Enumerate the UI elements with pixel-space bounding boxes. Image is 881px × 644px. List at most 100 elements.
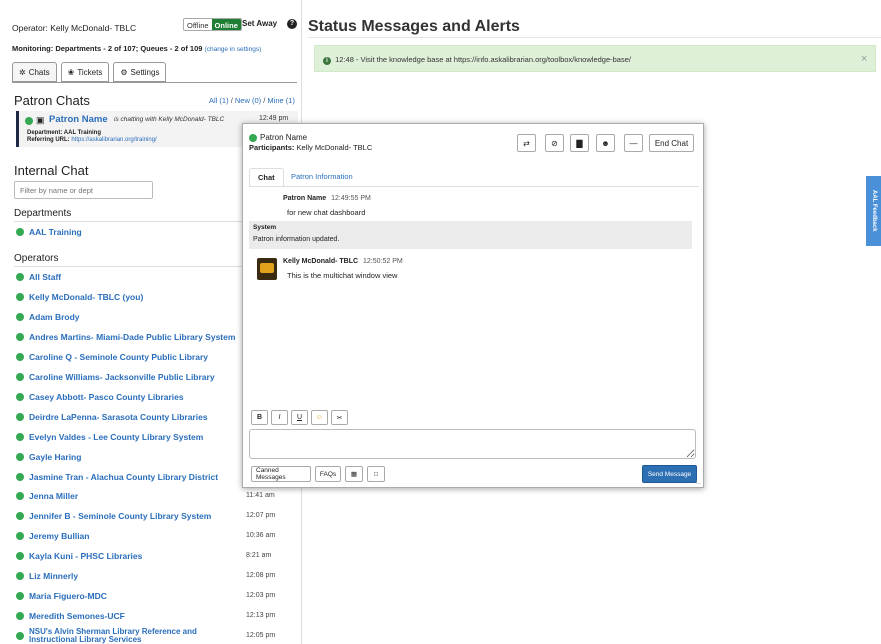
operator-name: Meredith Semones-UCF bbox=[29, 611, 125, 621]
department-name: AAL Training bbox=[29, 227, 82, 237]
status-offline-button[interactable]: Offline bbox=[184, 19, 212, 30]
chat-referring-url: Referring URL: https://askalibrarian.org… bbox=[27, 137, 157, 143]
patron-name-link[interactable]: Patron Name bbox=[49, 114, 108, 125]
operator-item[interactable]: NSU's Alvin Sherman Library Reference an… bbox=[16, 627, 234, 644]
operator-item[interactable]: Evelyn Valdes - Lee County Library Syste… bbox=[16, 430, 203, 444]
operator-item[interactable]: Deirdre LaPenna- Sarasota County Librari… bbox=[16, 410, 208, 424]
status-toggle[interactable]: Offline Online bbox=[183, 18, 242, 31]
operator-name: Caroline Q - Seminole County Public Libr… bbox=[29, 352, 209, 362]
resize-handle-icon[interactable]: ∟ bbox=[695, 479, 702, 486]
operator-time: 12:08 pm bbox=[246, 572, 276, 579]
operator-item[interactable]: Kayla Kuni - PHSC Libraries bbox=[16, 549, 142, 563]
system-label: System bbox=[253, 224, 277, 231]
chat-participants: Participants: Kelly McDonald- TBLC bbox=[249, 143, 373, 152]
monitoring-status: Monitoring: Departments - 2 of 107; Queu… bbox=[12, 44, 261, 53]
window-icon[interactable]: □ bbox=[367, 466, 385, 482]
operator-item[interactable]: Kelly McDonald- TBLC (you) bbox=[16, 290, 143, 304]
online-status-dot bbox=[16, 592, 24, 600]
online-status-dot bbox=[16, 373, 24, 381]
end-chat-button[interactable]: End Chat bbox=[649, 134, 694, 152]
operator-time: 12:07 pm bbox=[246, 512, 276, 519]
operator-item[interactable]: Andres Martins- Miami-Dade Public Librar… bbox=[16, 330, 235, 344]
faqs-button[interactable]: FAQs bbox=[315, 466, 341, 482]
operator-time: 12:03 pm bbox=[246, 592, 276, 599]
close-icon[interactable]: × bbox=[861, 53, 867, 65]
system-message: System Patron information updated. bbox=[249, 221, 692, 249]
tab-chats[interactable]: ✲ Chats bbox=[12, 62, 57, 82]
chat-department: Department: AAL Training bbox=[27, 130, 102, 136]
tabs-divider bbox=[12, 82, 297, 83]
operator-item[interactable]: Casey Abbott- Pasco County Libraries bbox=[16, 390, 184, 404]
chat-window-icon: ▣ bbox=[36, 115, 45, 125]
minimize-icon[interactable]: — bbox=[624, 134, 643, 152]
operator-name: NSU's Alvin Sherman Library Reference an… bbox=[29, 627, 197, 644]
filter-all-link[interactable]: All (1) bbox=[209, 96, 229, 105]
message-author: Patron Name bbox=[283, 195, 327, 202]
operator-name: Evelyn Valdes - Lee County Library Syste… bbox=[29, 432, 204, 442]
operator-item[interactable]: Jasmine Tran - Alachua County Library Di… bbox=[16, 470, 218, 484]
attach-icon[interactable]: ✂ bbox=[331, 410, 348, 425]
change-settings-link[interactable]: (change in settings) bbox=[205, 46, 262, 53]
online-status-dot bbox=[25, 117, 33, 125]
question-circle-icon[interactable]: ? bbox=[287, 19, 297, 29]
operator-name: Kayla Kuni - PHSC Libraries bbox=[29, 551, 143, 561]
tab-tickets[interactable]: ❀ Tickets bbox=[60, 62, 110, 82]
feedback-side-tab[interactable]: AAL Feedback bbox=[866, 176, 881, 246]
operator-item[interactable]: Liz Minnerly bbox=[16, 569, 78, 583]
referring-url-link[interactable]: https://askalibrarian.org/training/ bbox=[71, 137, 156, 143]
message-author: Kelly McDonald- TBLC bbox=[283, 258, 359, 265]
operator-item[interactable]: Maria Figuero-MDC bbox=[16, 589, 107, 603]
patron-chats-title: Patron Chats bbox=[14, 93, 90, 108]
operator-item[interactable]: Jenna Miller bbox=[16, 489, 78, 503]
operator-filter-input[interactable] bbox=[14, 181, 153, 199]
online-status-dot bbox=[16, 333, 24, 341]
operator-name: Deirdre LaPenna- Sarasota County Librari… bbox=[29, 412, 208, 422]
send-message-button[interactable]: Send Message bbox=[642, 465, 697, 483]
message-text: for new chat dashboard bbox=[287, 208, 366, 217]
operator-item[interactable]: Caroline Q - Seminole County Public Libr… bbox=[16, 350, 208, 364]
set-away-button[interactable]: Set Away bbox=[242, 19, 277, 28]
chat-participants-value: Kelly McDonald- TBLC bbox=[296, 143, 373, 152]
status-online-button[interactable]: Online bbox=[211, 19, 241, 30]
operator-name: Maria Figuero-MDC bbox=[29, 591, 107, 601]
chart-icon[interactable]: ▇ bbox=[570, 134, 589, 152]
operator-item[interactable]: All Staff bbox=[16, 270, 61, 284]
monitoring-text: Monitoring: Departments - 2 of 107; Queu… bbox=[12, 44, 203, 53]
online-status-dot bbox=[16, 413, 24, 421]
italic-button[interactable]: I bbox=[271, 410, 288, 425]
operator-name: Caroline Williams- Jacksonville Public L… bbox=[29, 372, 215, 382]
filter-new-link[interactable]: New (0) bbox=[235, 96, 261, 105]
operator-item[interactable]: Adam Brody bbox=[16, 310, 80, 324]
chat-tabs-divider bbox=[249, 186, 699, 187]
operator-item[interactable]: Gayle Haring bbox=[16, 450, 81, 464]
operator-name: Jasmine Tran - Alachua County Library Di… bbox=[29, 472, 219, 482]
online-status-dot bbox=[16, 512, 24, 520]
info-icon: i bbox=[323, 57, 331, 65]
block-icon[interactable]: ⊘ bbox=[545, 134, 564, 152]
canned-messages-button[interactable]: Canned Messages bbox=[251, 466, 311, 482]
operator-item[interactable]: Caroline Williams- Jacksonville Public L… bbox=[16, 370, 215, 384]
filter-mine-link[interactable]: Mine (1) bbox=[267, 96, 295, 105]
operator-item[interactable]: Meredith Semones-UCF bbox=[16, 609, 125, 623]
users-icon[interactable]: ☻ bbox=[596, 134, 615, 152]
operator-item[interactable]: Jeremy Bullian bbox=[16, 529, 89, 543]
underline-button[interactable]: U bbox=[291, 410, 308, 425]
operator-name: Jenna Miller bbox=[29, 491, 79, 501]
tab-tickets-label: Tickets bbox=[77, 67, 103, 77]
bold-button[interactable]: B bbox=[251, 410, 268, 425]
emoji-icon[interactable]: ☺ bbox=[311, 410, 328, 425]
operator-name: Andres Martins- Miami-Dade Public Librar… bbox=[29, 332, 236, 342]
avatar bbox=[257, 258, 277, 280]
transfer-icon[interactable]: ⇄ bbox=[517, 134, 536, 152]
chat-window: Patron Name Participants: Kelly McDonald… bbox=[242, 123, 704, 488]
tab-settings[interactable]: ⚙ Settings bbox=[113, 62, 167, 82]
operator-item[interactable]: Jennifer B - Seminole County Library Sys… bbox=[16, 509, 211, 523]
operator-name: Gayle Haring bbox=[29, 452, 82, 462]
departments-title: Departments bbox=[14, 208, 72, 219]
message-input[interactable] bbox=[249, 429, 696, 459]
tab-chat[interactable]: Chat bbox=[249, 168, 284, 187]
department-item[interactable]: AAL Training bbox=[16, 225, 82, 239]
card-icon[interactable]: ▦ bbox=[345, 466, 363, 482]
tab-patron-information[interactable]: Patron Information bbox=[283, 168, 361, 187]
knowledge-base-alert: i 12:48 - Visit the knowledge base at ht… bbox=[314, 45, 876, 72]
